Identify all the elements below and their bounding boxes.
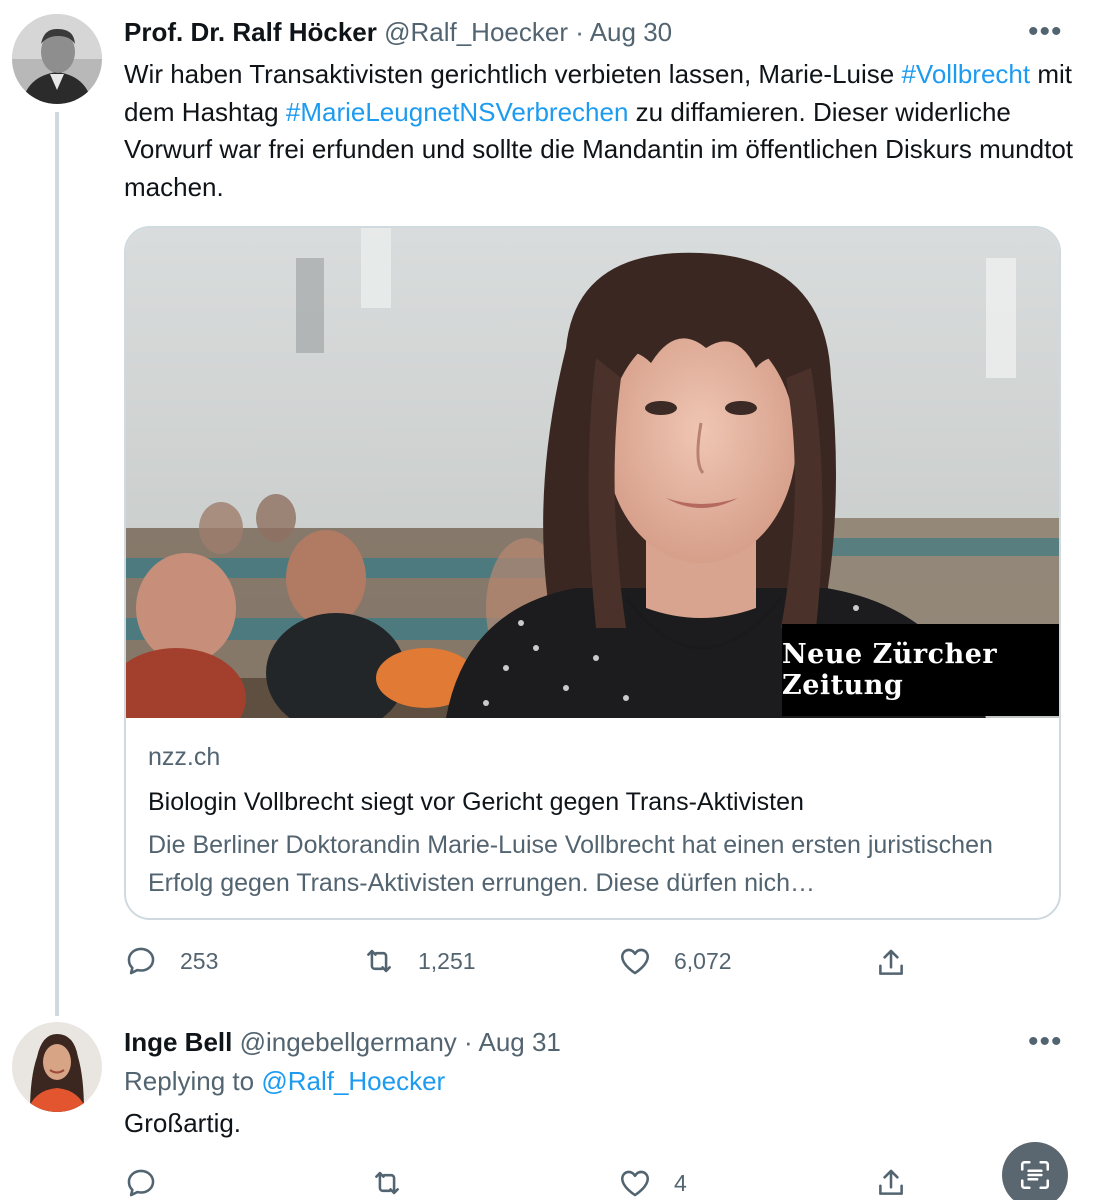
author-handle[interactable]: @ingebellgermany: [240, 1027, 457, 1057]
tweet-header: Inge Bell @ingebellgermany · Aug 31: [124, 1027, 561, 1058]
tweet-header: Prof. Dr. Ralf Höcker @Ralf_Hoecker · Au…: [124, 17, 672, 48]
author-name[interactable]: Inge Bell: [124, 1027, 232, 1057]
hashtag-marie-leugnet[interactable]: #MarieLeugnetNSVerbrechen: [286, 97, 629, 127]
author-name[interactable]: Prof. Dr. Ralf Höcker: [124, 17, 377, 47]
link-preview-card[interactable]: Neue Zürcher Zeitung nzz.ch Biologin Vol…: [124, 226, 1061, 920]
reply-button[interactable]: 253: [124, 944, 218, 978]
share-button[interactable]: [874, 946, 908, 980]
author-avatar-ralf[interactable]: [12, 14, 102, 104]
hashtag-vollbrecht[interactable]: #Vollbrecht: [901, 59, 1030, 89]
author-avatar-inge[interactable]: [12, 1022, 102, 1112]
scan-text-button[interactable]: [1002, 1142, 1068, 1200]
retweet-count: 1,251: [418, 947, 476, 974]
like-count: 6,072: [674, 947, 732, 974]
retweet-button[interactable]: 1,251: [362, 944, 476, 978]
avatar-image: [12, 14, 102, 104]
tweet-text: Wir haben Transaktivisten gerichtlich ve…: [124, 56, 1074, 206]
avatar-image: [12, 1022, 102, 1112]
tweet-text-part: Wir haben Transaktivisten gerichtlich ve…: [124, 59, 902, 89]
like-button[interactable]: 6,072: [618, 944, 732, 978]
tweet-date[interactable]: Aug 31: [478, 1027, 560, 1057]
replying-to-label: Replying to: [124, 1066, 262, 1096]
thread-connector-line: [55, 112, 59, 1016]
reply-button[interactable]: [124, 1166, 158, 1200]
scan-text-icon: [1020, 1160, 1050, 1190]
author-handle[interactable]: @Ralf_Hoecker: [384, 17, 568, 47]
tweet-text: Großartig.: [124, 1108, 242, 1138]
retweet-icon: [375, 1171, 399, 1195]
reply-count: 253: [180, 947, 219, 974]
heart-icon: [620, 948, 650, 975]
header-separator: ·: [464, 1027, 473, 1057]
retweet-icon: [367, 949, 391, 973]
like-button[interactable]: 4: [618, 1166, 687, 1200]
header-separator: ·: [575, 17, 584, 47]
reply-icon: [127, 1169, 155, 1197]
share-button[interactable]: [874, 1166, 908, 1200]
card-domain: nzz.ch: [148, 743, 221, 771]
card-description: Die Berliner Doktorandin Marie-Luise Vol…: [148, 831, 993, 897]
card-title: Biologin Vollbrecht siegt vor Gericht ge…: [148, 788, 804, 816]
more-icon[interactable]: •••: [1028, 1027, 1063, 1057]
retweet-button[interactable]: [370, 1166, 404, 1200]
more-icon[interactable]: •••: [1028, 17, 1063, 47]
reply-icon: [127, 947, 155, 975]
heart-icon: [620, 1170, 650, 1197]
tweet-date[interactable]: Aug 30: [590, 17, 672, 47]
like-count: 4: [674, 1169, 687, 1196]
share-icon: [879, 1169, 903, 1195]
replying-to: Replying to @Ralf_Hoecker: [124, 1066, 445, 1097]
share-icon: [879, 949, 903, 975]
replying-to-mention[interactable]: @Ralf_Hoecker: [261, 1066, 445, 1096]
nzz-logo: Neue Zürcher Zeitung: [782, 624, 1059, 716]
